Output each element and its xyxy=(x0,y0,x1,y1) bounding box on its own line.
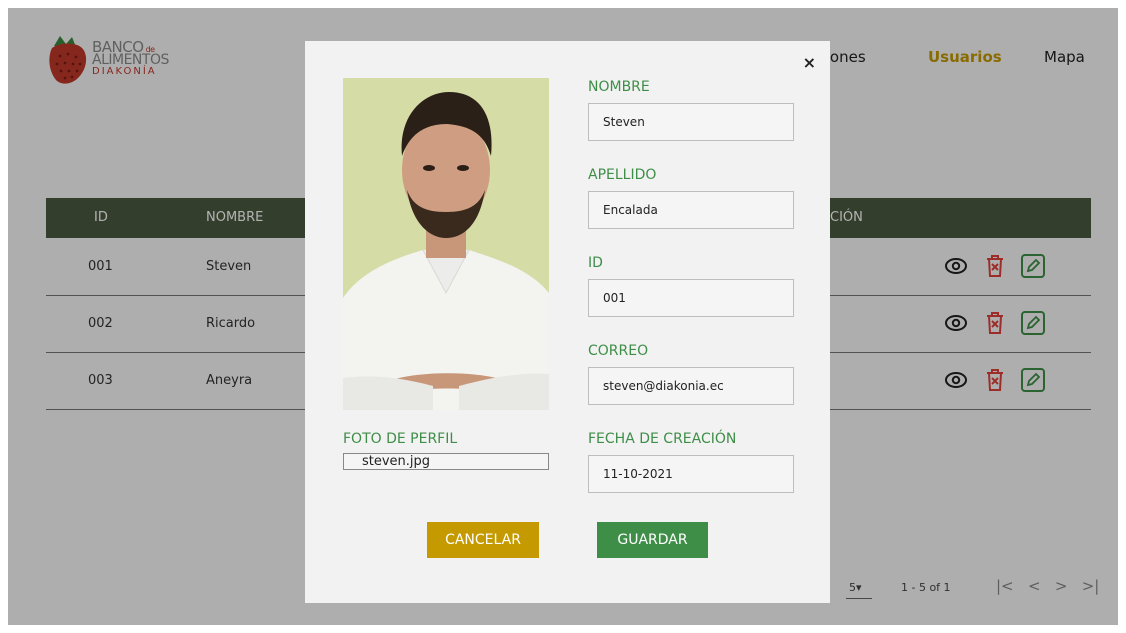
fecha-label: FECHA DE CREACIÓN xyxy=(588,431,737,447)
page: BANCO de ALIMENTOS DIAKONÍA uciones Usuar… xyxy=(8,8,1118,625)
save-button[interactable]: GUARDAR xyxy=(597,522,708,558)
profile-photo-image xyxy=(343,78,549,410)
correo-label: CORREO xyxy=(588,343,649,359)
nombre-field[interactable]: Steven xyxy=(588,103,794,141)
edit-user-modal: × FOTO DE PERFIL steven.jpg NOMBRE Steve… xyxy=(305,41,830,603)
close-icon[interactable]: × xyxy=(803,53,816,72)
apellido-label: APELLIDO xyxy=(588,167,657,183)
cancel-button[interactable]: CANCELAR xyxy=(427,522,539,558)
id-field[interactable]: 001 xyxy=(588,279,794,317)
apellido-field[interactable]: Encalada xyxy=(588,191,794,229)
fecha-field[interactable]: 11-10-2021 xyxy=(588,455,794,493)
profile-photo xyxy=(343,78,549,410)
nombre-label: NOMBRE xyxy=(588,79,650,95)
correo-field[interactable]: steven@diakonia.ec xyxy=(588,367,794,405)
photo-file-input[interactable]: steven.jpg xyxy=(343,453,549,470)
photo-label: FOTO DE PERFIL xyxy=(343,431,458,447)
id-label: ID xyxy=(588,255,603,271)
